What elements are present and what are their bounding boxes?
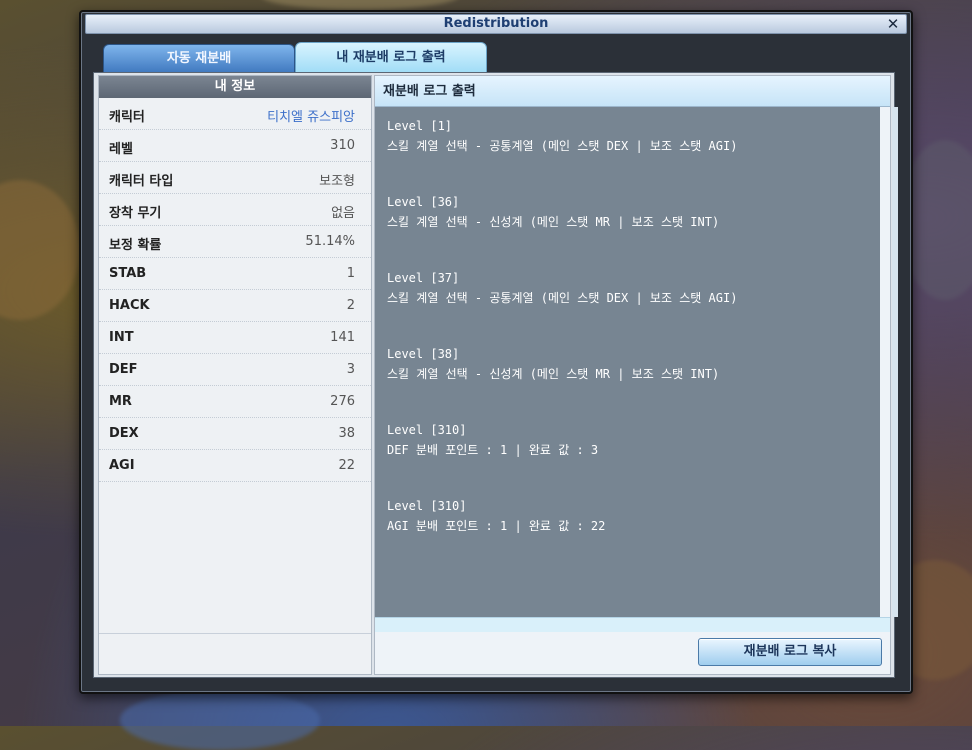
log-text: 스킬 계열 선택 - 공통계열 (메인 스탯 DEX | 보조 스탯 AGI)	[387, 139, 738, 153]
log-text: DEF 분배 포인트 : 1 | 완료 값 : 3	[387, 443, 599, 457]
log-level: Level [36]	[387, 195, 460, 209]
info-key: DEX	[109, 426, 139, 441]
info-value: 38	[338, 426, 355, 441]
info-row: 캐릭터 타입 보조형	[99, 162, 371, 194]
info-value: 티치엘 쥬스피앙	[267, 110, 355, 125]
info-row: MR 276	[99, 386, 371, 418]
info-row: 보정 확률 51.14%	[99, 226, 371, 258]
log-text: 스킬 계열 선택 - 신성계 (메인 스탯 MR | 보조 스탯 INT)	[387, 215, 720, 229]
info-key: 장착 무기	[109, 206, 162, 221]
left-footer	[99, 633, 371, 674]
info-row: DEF 3	[99, 354, 371, 386]
info-value: 보조형	[319, 174, 355, 189]
info-value: 없음	[331, 206, 355, 221]
my-info-panel: 내 정보 캐릭터 티치엘 쥬스피앙레벨 310 캐릭터 타입 보조형장착 무기 없음보정 …	[98, 75, 372, 675]
log-text: AGI 분배 포인트 : 1 | 완료 값 : 22	[387, 519, 606, 533]
info-value: 276	[330, 394, 355, 409]
log-level: Level [310]	[387, 499, 467, 513]
info-value: 22	[338, 458, 355, 473]
log-output[interactable]: Level [1] 스킬 계열 선택 - 공통계열 (메인 스탯 DEX | 보조…	[375, 107, 880, 617]
content-area: 내 정보 캐릭터 티치엘 쥬스피앙레벨 310 캐릭터 타입 보조형장착 무기 없음보정 …	[93, 72, 898, 678]
log-header: 재분배 로그 출력	[375, 76, 890, 107]
log-entry: Level [37] 스킬 계열 선택 - 공통계열 (메인 스탯 DEX | 보…	[375, 269, 880, 335]
info-key: HACK	[109, 298, 150, 313]
info-row: 캐릭터 티치엘 쥬스피앙	[99, 98, 371, 130]
info-row: 레벨 310	[99, 130, 371, 162]
info-key: MR	[109, 394, 132, 409]
info-key: DEF	[109, 362, 138, 377]
log-entry: Level [1] 스킬 계열 선택 - 공통계열 (메인 스탯 DEX | 보조…	[375, 117, 880, 183]
info-value: 141	[330, 330, 355, 345]
log-level: Level [37]	[387, 271, 460, 285]
info-key: 캐릭터 타입	[109, 174, 174, 189]
redistribution-window: Redistribution ✕ 자동 재분배 내 재분배 로그 출력 내 정보…	[79, 10, 913, 694]
log-entry: Level [310] DEF 분배 포인트 : 1 | 완료 값 : 3	[375, 421, 880, 487]
info-key: 캐릭터	[109, 110, 145, 125]
info-row: HACK 2	[99, 290, 371, 322]
log-text: 스킬 계열 선택 - 공통계열 (메인 스탯 DEX | 보조 스탯 AGI)	[387, 291, 738, 305]
info-key: INT	[109, 330, 134, 345]
tab-auto-redistribution[interactable]: 자동 재분배	[103, 44, 295, 74]
window-title: Redistribution	[443, 16, 549, 31]
close-icon[interactable]: ✕	[884, 15, 902, 33]
info-row: 장착 무기 없음	[99, 194, 371, 226]
log-scrollbar[interactable]	[892, 107, 898, 617]
info-key: 레벨	[109, 142, 133, 157]
info-row: AGI 22	[99, 450, 371, 482]
info-value: 3	[346, 362, 355, 377]
info-value: 310	[330, 138, 355, 153]
copy-log-button[interactable]: 재분배 로그 복사	[698, 638, 882, 666]
info-row: DEX 38	[99, 418, 371, 450]
log-panel: 재분배 로그 출력 Level [1] 스킬 계열 선택 - 공통계열 (메인 스…	[374, 75, 898, 675]
log-entry: Level [38] 스킬 계열 선택 - 신성계 (메인 스탯 MR | 보조 …	[375, 345, 880, 411]
info-value: 2	[346, 298, 355, 313]
log-level: Level [310]	[387, 423, 467, 437]
my-info-header: 내 정보	[99, 76, 371, 98]
info-row: INT 141	[99, 322, 371, 354]
title-bar[interactable]: Redistribution ✕	[85, 14, 907, 34]
info-key: STAB	[109, 266, 147, 281]
info-key: AGI	[109, 458, 135, 473]
log-entry: Level [310] AGI 분배 포인트 : 1 | 완료 값 : 22	[375, 497, 880, 563]
log-text: 스킬 계열 선택 - 신성계 (메인 스탯 MR | 보조 스탯 INT)	[387, 367, 720, 381]
tab-redistribution-log[interactable]: 내 재분배 로그 출력	[295, 42, 487, 74]
info-value: 51.14%	[305, 234, 355, 249]
info-value: 1	[346, 266, 355, 281]
info-key: 보정 확률	[109, 238, 162, 253]
log-level: Level [38]	[387, 347, 460, 361]
info-list: 캐릭터 티치엘 쥬스피앙레벨 310 캐릭터 타입 보조형장착 무기 없음보정 확률 51.…	[99, 98, 371, 482]
log-entry: Level [36] 스킬 계열 선택 - 신성계 (메인 스탯 MR | 보조 …	[375, 193, 880, 259]
log-level: Level [1]	[387, 119, 453, 133]
info-row: STAB 1	[99, 258, 371, 290]
log-bottom-strip	[375, 617, 890, 632]
